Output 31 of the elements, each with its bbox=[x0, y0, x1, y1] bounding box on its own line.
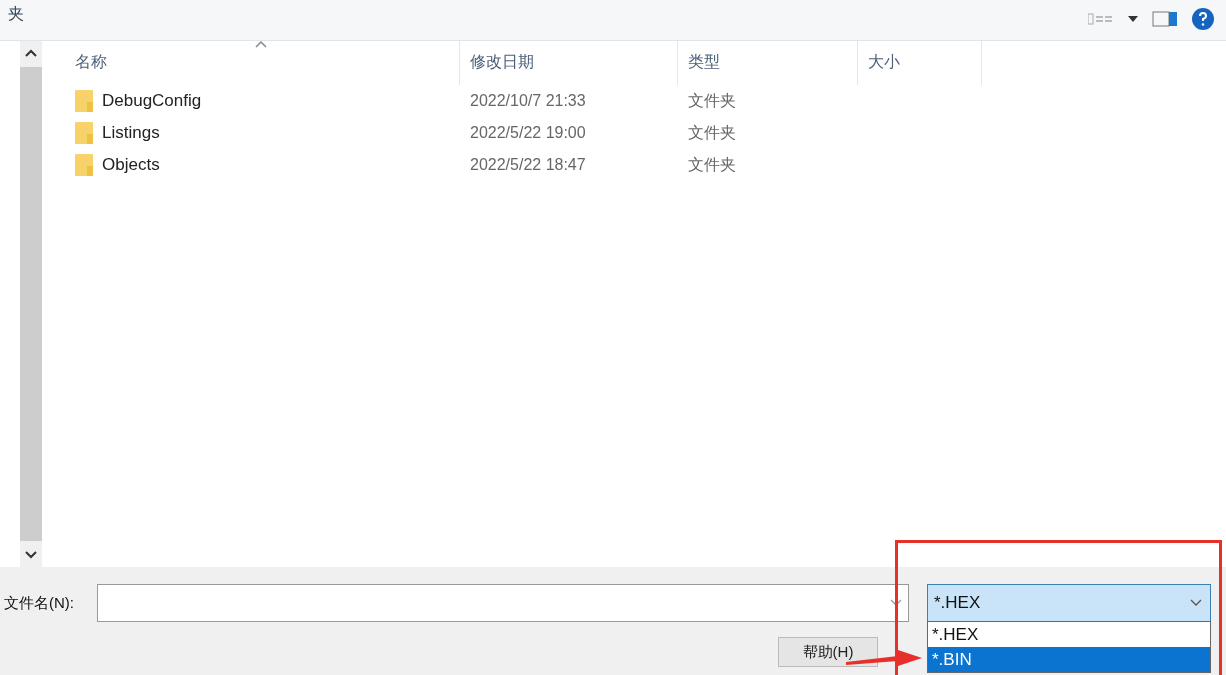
date-cell: 2022/5/22 19:00 bbox=[470, 124, 586, 142]
scroll-down-icon[interactable] bbox=[25, 551, 37, 559]
preview-pane-icon[interactable] bbox=[1152, 11, 1178, 27]
dropdown-option[interactable]: *.HEX bbox=[928, 622, 1210, 647]
vertical-scrollbar[interactable] bbox=[20, 41, 42, 567]
sort-ascending-icon bbox=[255, 41, 267, 48]
help-button[interactable]: 帮助(H) bbox=[778, 637, 878, 667]
date-cell: 2022/10/7 21:33 bbox=[470, 92, 586, 110]
folder-icon bbox=[75, 122, 93, 144]
column-header[interactable]: 类型 bbox=[688, 53, 720, 70]
type-cell-text: 文件夹 bbox=[688, 122, 736, 143]
folder-icon bbox=[75, 90, 93, 112]
column-header[interactable]: 修改日期 bbox=[470, 53, 534, 70]
dropdown-arrow-icon[interactable] bbox=[1128, 16, 1138, 22]
dropdown-option[interactable]: *.BIN bbox=[928, 647, 1210, 672]
file-name[interactable]: Listings bbox=[102, 123, 160, 143]
folder-icon bbox=[75, 154, 93, 176]
help-icon[interactable] bbox=[1192, 8, 1214, 30]
type-cell-text: 文件夹 bbox=[688, 90, 736, 111]
scroll-up-icon[interactable] bbox=[25, 49, 37, 57]
column-header[interactable]: 大小 bbox=[868, 53, 900, 70]
chevron-down-icon bbox=[1190, 599, 1202, 607]
type-cell-text: 文件夹 bbox=[688, 154, 736, 175]
date-cell: 2022/5/22 18:47 bbox=[470, 156, 586, 174]
window-title: 夹 bbox=[8, 4, 24, 24]
chevron-down-icon[interactable] bbox=[890, 599, 902, 607]
column-header[interactable]: 名称 bbox=[75, 53, 107, 70]
filename-field[interactable] bbox=[97, 584, 909, 622]
file-name[interactable]: DebugConfig bbox=[102, 91, 202, 111]
filename-label: 文件名(N): bbox=[3, 593, 75, 613]
file-name[interactable]: Objects bbox=[102, 155, 160, 175]
